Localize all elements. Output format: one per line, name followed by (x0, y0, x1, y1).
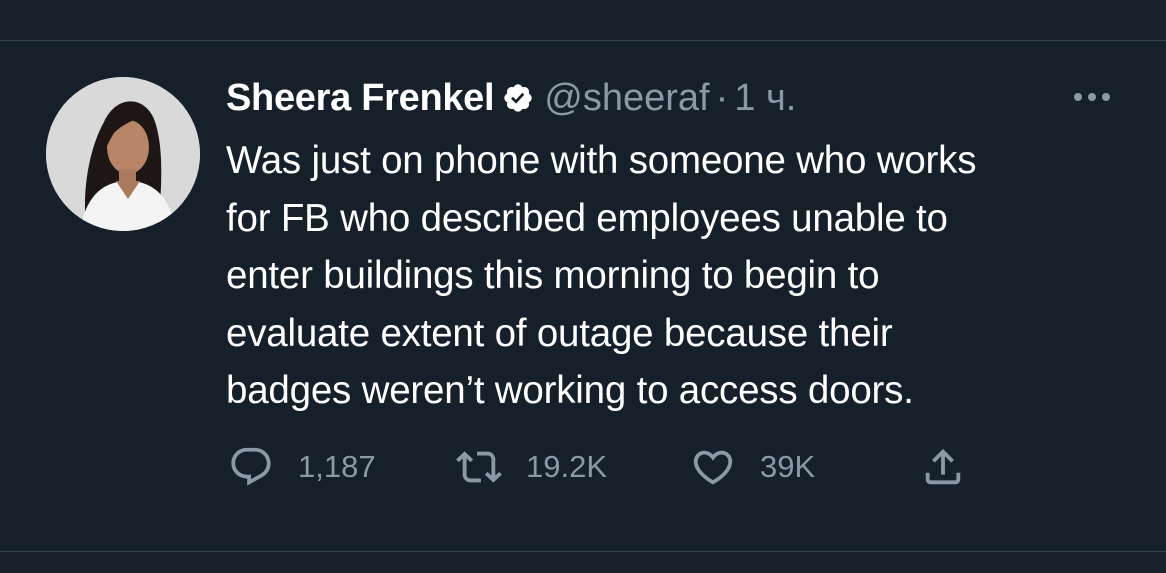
share-button[interactable] (920, 444, 966, 490)
author-handle[interactable]: @sheeraf (544, 77, 709, 120)
like-button[interactable]: 39K (690, 444, 920, 490)
tweet-header: Sheera Frenkel @sheeraf · 1 ч. (226, 74, 796, 122)
timestamp[interactable]: 1 ч. (734, 77, 796, 120)
top-divider (0, 40, 1166, 41)
like-count: 39K (760, 449, 816, 484)
tweet-text: Was just on phone with someone who works… (226, 139, 977, 412)
heart-icon (693, 450, 733, 485)
retweet-count: 19.2K (526, 449, 608, 484)
reply-button[interactable]: 1,187 (228, 444, 456, 490)
separator-dot: · (715, 76, 729, 119)
reply-icon (231, 447, 271, 486)
share-icon (925, 448, 961, 485)
reply-count: 1,187 (298, 449, 376, 484)
retweet-icon (456, 451, 502, 483)
avatar-image (46, 77, 200, 231)
retweet-button[interactable]: 19.2K (456, 444, 690, 490)
avatar[interactable] (46, 77, 200, 231)
author-name[interactable]: Sheera Frenkel (226, 77, 495, 120)
verified-badge-icon (504, 84, 532, 112)
tweet-actions: 1,187 19.2K 39K (228, 442, 966, 492)
bottom-divider (0, 551, 1166, 552)
more-horizontal-icon[interactable] (1068, 86, 1116, 108)
